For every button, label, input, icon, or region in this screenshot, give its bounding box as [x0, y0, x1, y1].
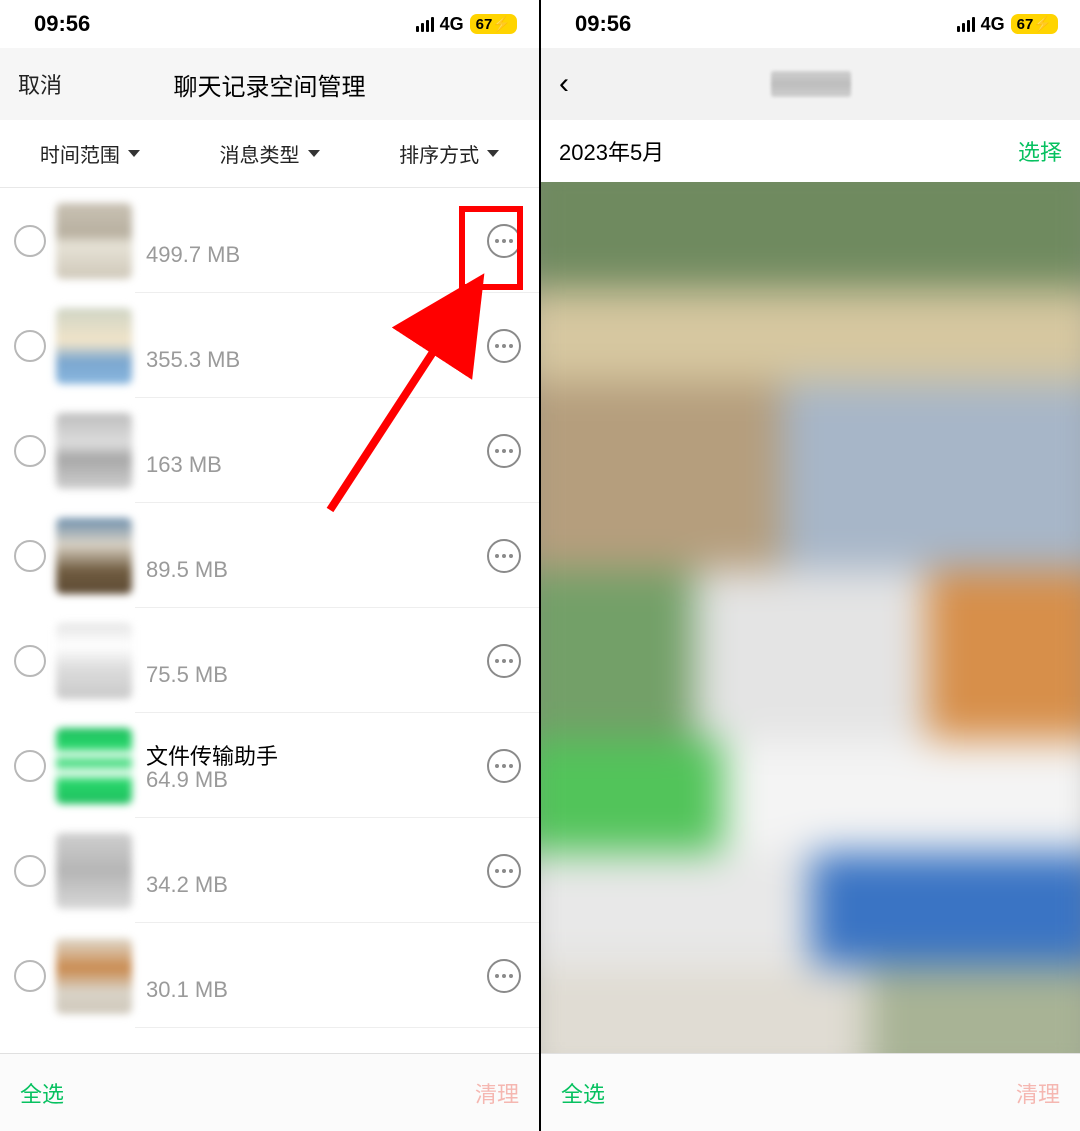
- filter-sort-by-label: 排序方式: [399, 139, 479, 168]
- chat-row[interactable]: 499.7 MB: [0, 188, 539, 293]
- left-screen: 09:56 4G 67⚡ 取消 聊天记录空间管理 时间范围 消息类型 排序方式: [0, 0, 541, 1131]
- select-button[interactable]: 选择: [1018, 135, 1062, 167]
- filter-message-type[interactable]: 消息类型: [180, 139, 360, 168]
- chat-row[interactable]: 30.1 MB: [0, 923, 539, 1028]
- select-radio[interactable]: [14, 330, 46, 362]
- chat-row[interactable]: 89.5 MB: [0, 503, 539, 608]
- select-all-button[interactable]: 全选: [20, 1077, 64, 1109]
- more-button[interactable]: [487, 749, 521, 783]
- select-radio[interactable]: [14, 855, 46, 887]
- status-time: 09:56: [34, 11, 90, 37]
- more-button[interactable]: [487, 959, 521, 993]
- bottom-bar: 全选 清理: [541, 1053, 1080, 1131]
- chat-row[interactable]: 355.3 MB: [0, 293, 539, 398]
- signal-icon: [957, 17, 975, 32]
- status-right: 4G 67⚡: [416, 14, 517, 35]
- chat-size-label: 75.5 MB: [146, 662, 487, 688]
- nav-bar: 取消 聊天记录空间管理: [0, 48, 539, 120]
- more-button[interactable]: [487, 329, 521, 363]
- filter-time-range-label: 时间范围: [40, 139, 120, 168]
- chat-info: 499.7 MB: [146, 214, 487, 268]
- status-bar: 09:56 4G 67⚡: [0, 0, 539, 48]
- back-button[interactable]: ‹: [559, 67, 569, 101]
- avatar: [56, 623, 132, 699]
- chat-size-label: 89.5 MB: [146, 557, 487, 583]
- select-radio[interactable]: [14, 225, 46, 257]
- filter-time-range[interactable]: 时间范围: [0, 139, 180, 168]
- chat-size-label: 163 MB: [146, 452, 487, 478]
- filter-sort-by[interactable]: 排序方式: [359, 139, 539, 168]
- chat-info: 89.5 MB: [146, 529, 487, 583]
- battery-icon: 67⚡: [1011, 14, 1058, 34]
- more-button[interactable]: [487, 644, 521, 678]
- nav-bar: ‹: [541, 48, 1080, 120]
- clean-button[interactable]: 清理: [1016, 1077, 1060, 1109]
- more-button[interactable]: [487, 434, 521, 468]
- page-title: 聊天记录空间管理: [174, 67, 366, 102]
- chat-info: 163 MB: [146, 424, 487, 478]
- select-radio[interactable]: [14, 960, 46, 992]
- chat-list[interactable]: 499.7 MB 355.3 MB 163 MB 89.5 MB: [0, 188, 539, 1053]
- select-radio[interactable]: [14, 435, 46, 467]
- chat-size-label: 30.1 MB: [146, 977, 487, 1003]
- chat-row[interactable]: 163 MB: [0, 398, 539, 503]
- avatar: [56, 938, 132, 1014]
- chat-title-blurred: [771, 71, 851, 97]
- chevron-down-icon: [128, 150, 140, 157]
- chat-size-label: 34.2 MB: [146, 872, 487, 898]
- select-all-button[interactable]: 全选: [561, 1077, 605, 1109]
- signal-icon: [416, 17, 434, 32]
- chevron-down-icon: [308, 150, 320, 157]
- status-network: 4G: [981, 14, 1005, 35]
- chat-row[interactable]: 文件传输助手 64.9 MB: [0, 713, 539, 818]
- filter-message-type-label: 消息类型: [220, 139, 300, 168]
- status-bar: 09:56 4G 67⚡: [541, 0, 1080, 48]
- status-time: 09:56: [575, 11, 631, 37]
- date-header: 2023年5月: [559, 135, 664, 167]
- chat-row[interactable]: 75.5 MB: [0, 608, 539, 713]
- chat-size-label: 64.9 MB: [146, 767, 487, 793]
- chat-row[interactable]: 34.2 MB: [0, 818, 539, 923]
- date-header-row: 2023年5月 选择: [541, 120, 1080, 182]
- chat-info: 文件传输助手 64.9 MB: [146, 739, 487, 793]
- chat-size-label: 499.7 MB: [146, 242, 487, 268]
- select-radio[interactable]: [14, 540, 46, 572]
- avatar: [56, 833, 132, 909]
- chat-info: 75.5 MB: [146, 634, 487, 688]
- avatar: [56, 728, 132, 804]
- more-button[interactable]: [487, 224, 521, 258]
- avatar: [56, 413, 132, 489]
- select-radio[interactable]: [14, 645, 46, 677]
- select-radio[interactable]: [14, 750, 46, 782]
- avatar: [56, 203, 132, 279]
- avatar: [56, 518, 132, 594]
- avatar: [56, 308, 132, 384]
- battery-icon: 67⚡: [470, 14, 517, 34]
- more-button[interactable]: [487, 854, 521, 888]
- chat-name-label: 文件传输助手: [146, 744, 278, 769]
- chevron-down-icon: [487, 150, 499, 157]
- status-right: 4G 67⚡: [957, 14, 1058, 35]
- clean-button[interactable]: 清理: [475, 1077, 519, 1109]
- chat-size-label: 355.3 MB: [146, 347, 487, 373]
- status-network: 4G: [440, 14, 464, 35]
- more-button[interactable]: [487, 539, 521, 573]
- right-screen: 09:56 4G 67⚡ ‹ 2023年5月 选择 全选 清理: [541, 0, 1080, 1131]
- media-grid[interactable]: [541, 182, 1080, 1053]
- bottom-bar: 全选 清理: [0, 1053, 539, 1131]
- cancel-button[interactable]: 取消: [18, 68, 62, 100]
- chat-info: 355.3 MB: [146, 319, 487, 373]
- chat-info: 34.2 MB: [146, 844, 487, 898]
- filter-row: 时间范围 消息类型 排序方式: [0, 120, 539, 188]
- chat-info: 30.1 MB: [146, 949, 487, 1003]
